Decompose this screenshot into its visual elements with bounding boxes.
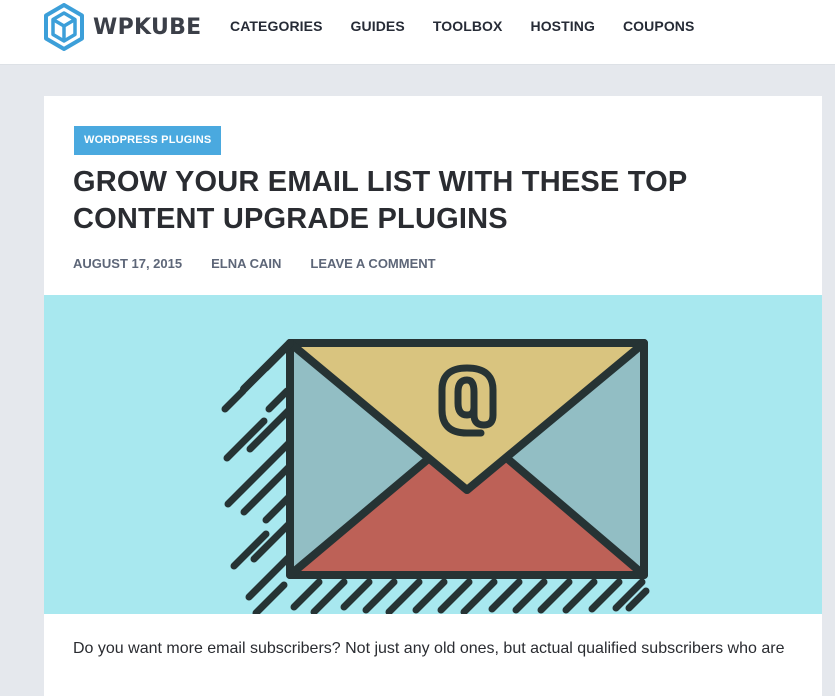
nav-guides[interactable]: GUIDES bbox=[351, 17, 405, 35]
article-intro: Do you want more email subscribers? Not … bbox=[73, 640, 785, 657]
nav-categories[interactable]: CATEGORIES bbox=[230, 17, 323, 35]
cube-logo-icon bbox=[44, 3, 84, 51]
article-meta: AUGUST 17, 2015 ELNA CAIN LEAVE A COMMEN… bbox=[73, 256, 465, 272]
logo-text: WPKUBE bbox=[93, 14, 202, 40]
site-logo[interactable]: WPKUBE bbox=[43, 3, 202, 51]
article-card: WORDPRESS PLUGINS GROW YOUR EMAIL LIST W… bbox=[44, 96, 822, 696]
hero-image bbox=[44, 295, 822, 614]
envelope-at-icon bbox=[221, 339, 650, 614]
category-badge[interactable]: WORDPRESS PLUGINS bbox=[74, 126, 222, 155]
post-date-link[interactable]: AUGUST 17, 2015 bbox=[73, 256, 182, 272]
site-header: WPKUBE CATEGORIES GUIDES TOOLBOX HOSTING… bbox=[0, 0, 835, 64]
nav-coupons[interactable]: COUPONS bbox=[623, 17, 695, 35]
leave-comment-link[interactable]: LEAVE A COMMENT bbox=[310, 256, 435, 272]
author-link[interactable]: ELNA CAIN bbox=[211, 256, 281, 272]
article-title: GROW YOUR EMAIL LIST WITH THESE TOP CONT… bbox=[73, 166, 687, 235]
nav-toolbox[interactable]: TOOLBOX bbox=[433, 17, 503, 35]
nav-hosting[interactable]: HOSTING bbox=[530, 17, 594, 35]
main-nav: CATEGORIES GUIDES TOOLBOX HOSTING COUPON… bbox=[230, 17, 722, 35]
